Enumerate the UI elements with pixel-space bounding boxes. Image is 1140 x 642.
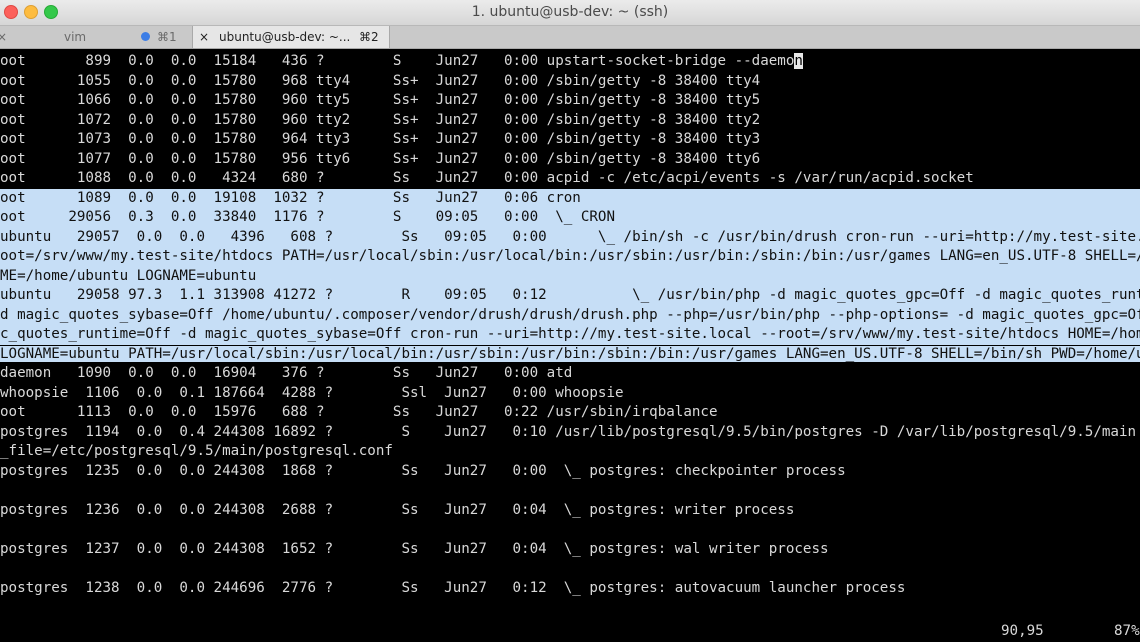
terminal-window: 1. ubuntu@usb-dev: ~ (ssh) × vim ⌘1 × ub…	[0, 0, 1140, 642]
scroll-percent: 87%	[1114, 623, 1140, 639]
terminal-line-text: ME=/home/ubuntu LOGNAME=ubuntu	[0, 267, 257, 284]
terminal-line-text: daemon 1090 0.0 0.0 16904 376 ? Ss Jun27…	[0, 365, 573, 381]
window-title: 1. ubuntu@usb-dev: ~ (ssh)	[471, 4, 669, 20]
terminal-line: postgres 1238 0.0 0.0 244696 2776 ? Ss J…	[0, 579, 1140, 599]
terminal-line: postgres 1237 0.0 0.0 244308 1652 ? Ss J…	[0, 540, 1140, 560]
terminal-line: postgres 1235 0.0 0.0 244308 1868 ? Ss J…	[0, 462, 1140, 482]
terminal-line-text: oot 1073 0.0 0.0 15780 964 tty3 Ss+ Jun2…	[0, 131, 761, 147]
tab-bar: × vim ⌘1 × ubuntu@usb-dev: ~... ⌘2	[0, 26, 1140, 49]
terminal-line: ubuntu 29058 97.3 1.1 313908 41272 ? R 0…	[0, 286, 1140, 306]
tab-shortcut: ⌘2	[359, 30, 379, 44]
terminal-line-text: ubuntu 29058 97.3 1.1 313908 41272 ? R 0…	[0, 287, 1140, 303]
terminal-line-text: d magic_quotes_sybase=Off /home/ubuntu/.…	[0, 306, 1140, 323]
terminal-line: daemon 1090 0.0 0.0 16904 376 ? Ss Jun27…	[0, 364, 1140, 384]
terminal-line: c_quotes_runtime=Off -d magic_quotes_syb…	[0, 325, 1140, 345]
terminal-line-text: oot 1088 0.0 0.0 4324 680 ? Ss Jun27 0:0…	[0, 170, 974, 186]
terminal-line: oot 899 0.0 0.0 15184 436 ? S Jun27 0:00…	[0, 52, 1140, 72]
terminal-line: d magic_quotes_sybase=Off /home/ubuntu/.…	[0, 305, 1140, 325]
terminal-line: oot=/srv/www/my.test-site/htdocs PATH=/u…	[0, 247, 1140, 267]
terminal-line: _file=/etc/postgresql/9.5/main/postgresq…	[0, 442, 1140, 462]
tab-bar-empty-area[interactable]	[390, 26, 1140, 48]
terminal-line: postgres 1194 0.0 0.4 244308 16892 ? S J…	[0, 423, 1140, 443]
terminal-line-text: postgres 1237 0.0 0.0 244308 1652 ? Ss J…	[0, 540, 829, 557]
terminal-line: oot 1077 0.0 0.0 15780 956 tty6 Ss+ Jun2…	[0, 150, 1140, 170]
terminal-line: postgres 1236 0.0 0.0 244308 2688 ? Ss J…	[0, 501, 1140, 521]
terminal-line: ubuntu 29057 0.0 0.0 4396 608 ? Ss 09:05…	[0, 227, 1140, 247]
terminal-line: oot 1089 0.0 0.0 19108 1032 ? Ss Jun27 0…	[0, 188, 1140, 208]
terminal-line: oot 1055 0.0 0.0 15780 968 tty4 Ss+ Jun2…	[0, 72, 1140, 92]
terminal-line: ME=/home/ubuntu LOGNAME=ubuntu	[0, 266, 1140, 286]
terminal-line-text: c_quotes_runtime=Off -d magic_quotes_syb…	[0, 326, 1140, 342]
text-cursor: n	[794, 53, 803, 69]
terminal-line-text: LOGNAME=ubuntu PATH=/usr/local/sbin:/usr…	[0, 345, 1140, 362]
terminal-line: oot 1088 0.0 0.0 4324 680 ? Ss Jun27 0:0…	[0, 169, 1140, 189]
cursor-position: 90,95	[1001, 623, 1044, 639]
terminal-line-text: oot 899 0.0 0.0 15184 436 ? S Jun27 0:00…	[0, 53, 795, 69]
vim-status-line: 90,95 87%	[0, 620, 1140, 642]
activity-dot-icon	[141, 32, 150, 41]
tab-label: ubuntu@usb-dev: ~...	[219, 30, 351, 44]
terminal-output[interactable]: oot 899 0.0 0.0 15184 436 ? S Jun27 0:00…	[0, 52, 1140, 620]
terminal-line-text: oot 1113 0.0 0.0 15976 688 ? Ss Jun27 0:…	[0, 404, 718, 420]
close-tab-icon[interactable]: ×	[199, 26, 209, 48]
tab-label: vim	[64, 30, 87, 44]
terminal-line-text: oot 1077 0.0 0.0 15780 956 tty6 Ss+ Jun2…	[0, 150, 761, 167]
close-tab-icon[interactable]: ×	[0, 26, 7, 48]
terminal-line-text: oot 1066 0.0 0.0 15780 960 tty5 Ss+ Jun2…	[0, 92, 761, 108]
terminal-line: oot 1072 0.0 0.0 15780 960 tty2 Ss+ Jun2…	[0, 111, 1140, 131]
terminal-line-text: whoopsie 1106 0.0 0.1 187664 4288 ? Ssl …	[0, 384, 624, 401]
terminal-line-text: oot 1089 0.0 0.0 19108 1032 ? Ss Jun27 0…	[0, 189, 581, 206]
tab-shortcut: ⌘1	[157, 30, 177, 44]
terminal-line-text: oot 29056 0.3 0.0 33840 1176 ? S 09:05 0…	[0, 209, 615, 225]
terminal-line-text: postgres 1235 0.0 0.0 244308 1868 ? Ss J…	[0, 462, 846, 479]
terminal-line: oot 29056 0.3 0.0 33840 1176 ? S 09:05 0…	[0, 208, 1140, 228]
terminal-line: oot 1066 0.0 0.0 15780 960 tty5 Ss+ Jun2…	[0, 91, 1140, 111]
terminal-line: oot 1113 0.0 0.0 15976 688 ? Ss Jun27 0:…	[0, 403, 1140, 423]
terminal-line: LOGNAME=ubuntu PATH=/usr/local/sbin:/usr…	[0, 345, 1140, 365]
terminal-line-text: oot 1055 0.0 0.0 15780 968 tty4 Ss+ Jun2…	[0, 72, 761, 89]
terminal-line-text: oot 1072 0.0 0.0 15780 960 tty2 Ss+ Jun2…	[0, 111, 761, 128]
terminal-line-text: postgres 1194 0.0 0.4 244308 16892 ? S J…	[0, 423, 1140, 440]
terminal-line-text: postgres 1238 0.0 0.0 244696 2776 ? Ss J…	[0, 579, 906, 596]
terminal-line: oot 1073 0.0 0.0 15780 964 tty3 Ss+ Jun2…	[0, 130, 1140, 150]
title-bar[interactable]: 1. ubuntu@usb-dev: ~ (ssh)	[0, 0, 1140, 26]
tab-ssh[interactable]: × ubuntu@usb-dev: ~... ⌘2	[193, 26, 390, 48]
terminal-line-text: _file=/etc/postgresql/9.5/main/postgresq…	[0, 443, 393, 459]
terminal-line-text: oot=/srv/www/my.test-site/htdocs PATH=/u…	[0, 248, 1140, 264]
terminal-line-text: postgres 1236 0.0 0.0 244308 2688 ? Ss J…	[0, 501, 795, 518]
terminal-line-text: ubuntu 29057 0.0 0.0 4396 608 ? Ss 09:05…	[0, 228, 1140, 245]
terminal-line: whoopsie 1106 0.0 0.1 187664 4288 ? Ssl …	[0, 384, 1140, 404]
tab-vim[interactable]: × vim ⌘1	[0, 26, 193, 48]
